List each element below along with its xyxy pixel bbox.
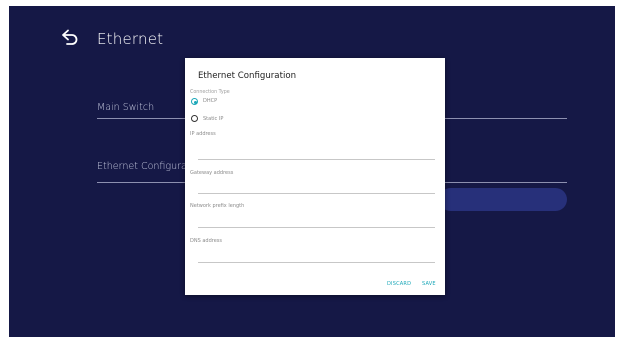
back-arrow-icon[interactable] xyxy=(61,29,79,45)
ip-address-label: IP address xyxy=(190,131,216,137)
settings-screen: Ethernet Main Switch Ethernet Configurat… xyxy=(9,6,615,337)
static-ip-radio-label[interactable]: Static IP xyxy=(203,116,223,122)
ethernet-configuration-label[interactable]: Ethernet Configuratio xyxy=(97,161,199,172)
connection-type-label: Connection Type xyxy=(190,90,230,95)
static-ip-radio[interactable] xyxy=(191,115,198,122)
ip-address-input[interactable] xyxy=(198,159,435,160)
network-prefix-length-input[interactable] xyxy=(198,227,435,228)
dhcp-radio[interactable] xyxy=(191,98,198,105)
discard-button[interactable]: DISCARD xyxy=(387,281,411,287)
dns-address-input[interactable] xyxy=(198,262,435,263)
gateway-address-label: Gateway address xyxy=(190,170,234,176)
dns-address-label: DNS address xyxy=(190,238,222,244)
page-title: Ethernet xyxy=(97,30,164,48)
dialog-title: Ethernet Configuration xyxy=(198,71,297,81)
network-prefix-length-label: Network prefix length xyxy=(190,203,245,209)
ethernet-configuration-dialog: Ethernet Configuration Connection Type D… xyxy=(185,58,445,295)
gateway-address-input[interactable] xyxy=(198,193,435,194)
selection-highlight xyxy=(439,188,567,211)
save-button[interactable]: SAVE xyxy=(422,281,436,287)
main-switch-label[interactable]: Main Switch xyxy=(97,102,154,113)
dhcp-radio-label[interactable]: DHCP xyxy=(203,98,217,104)
